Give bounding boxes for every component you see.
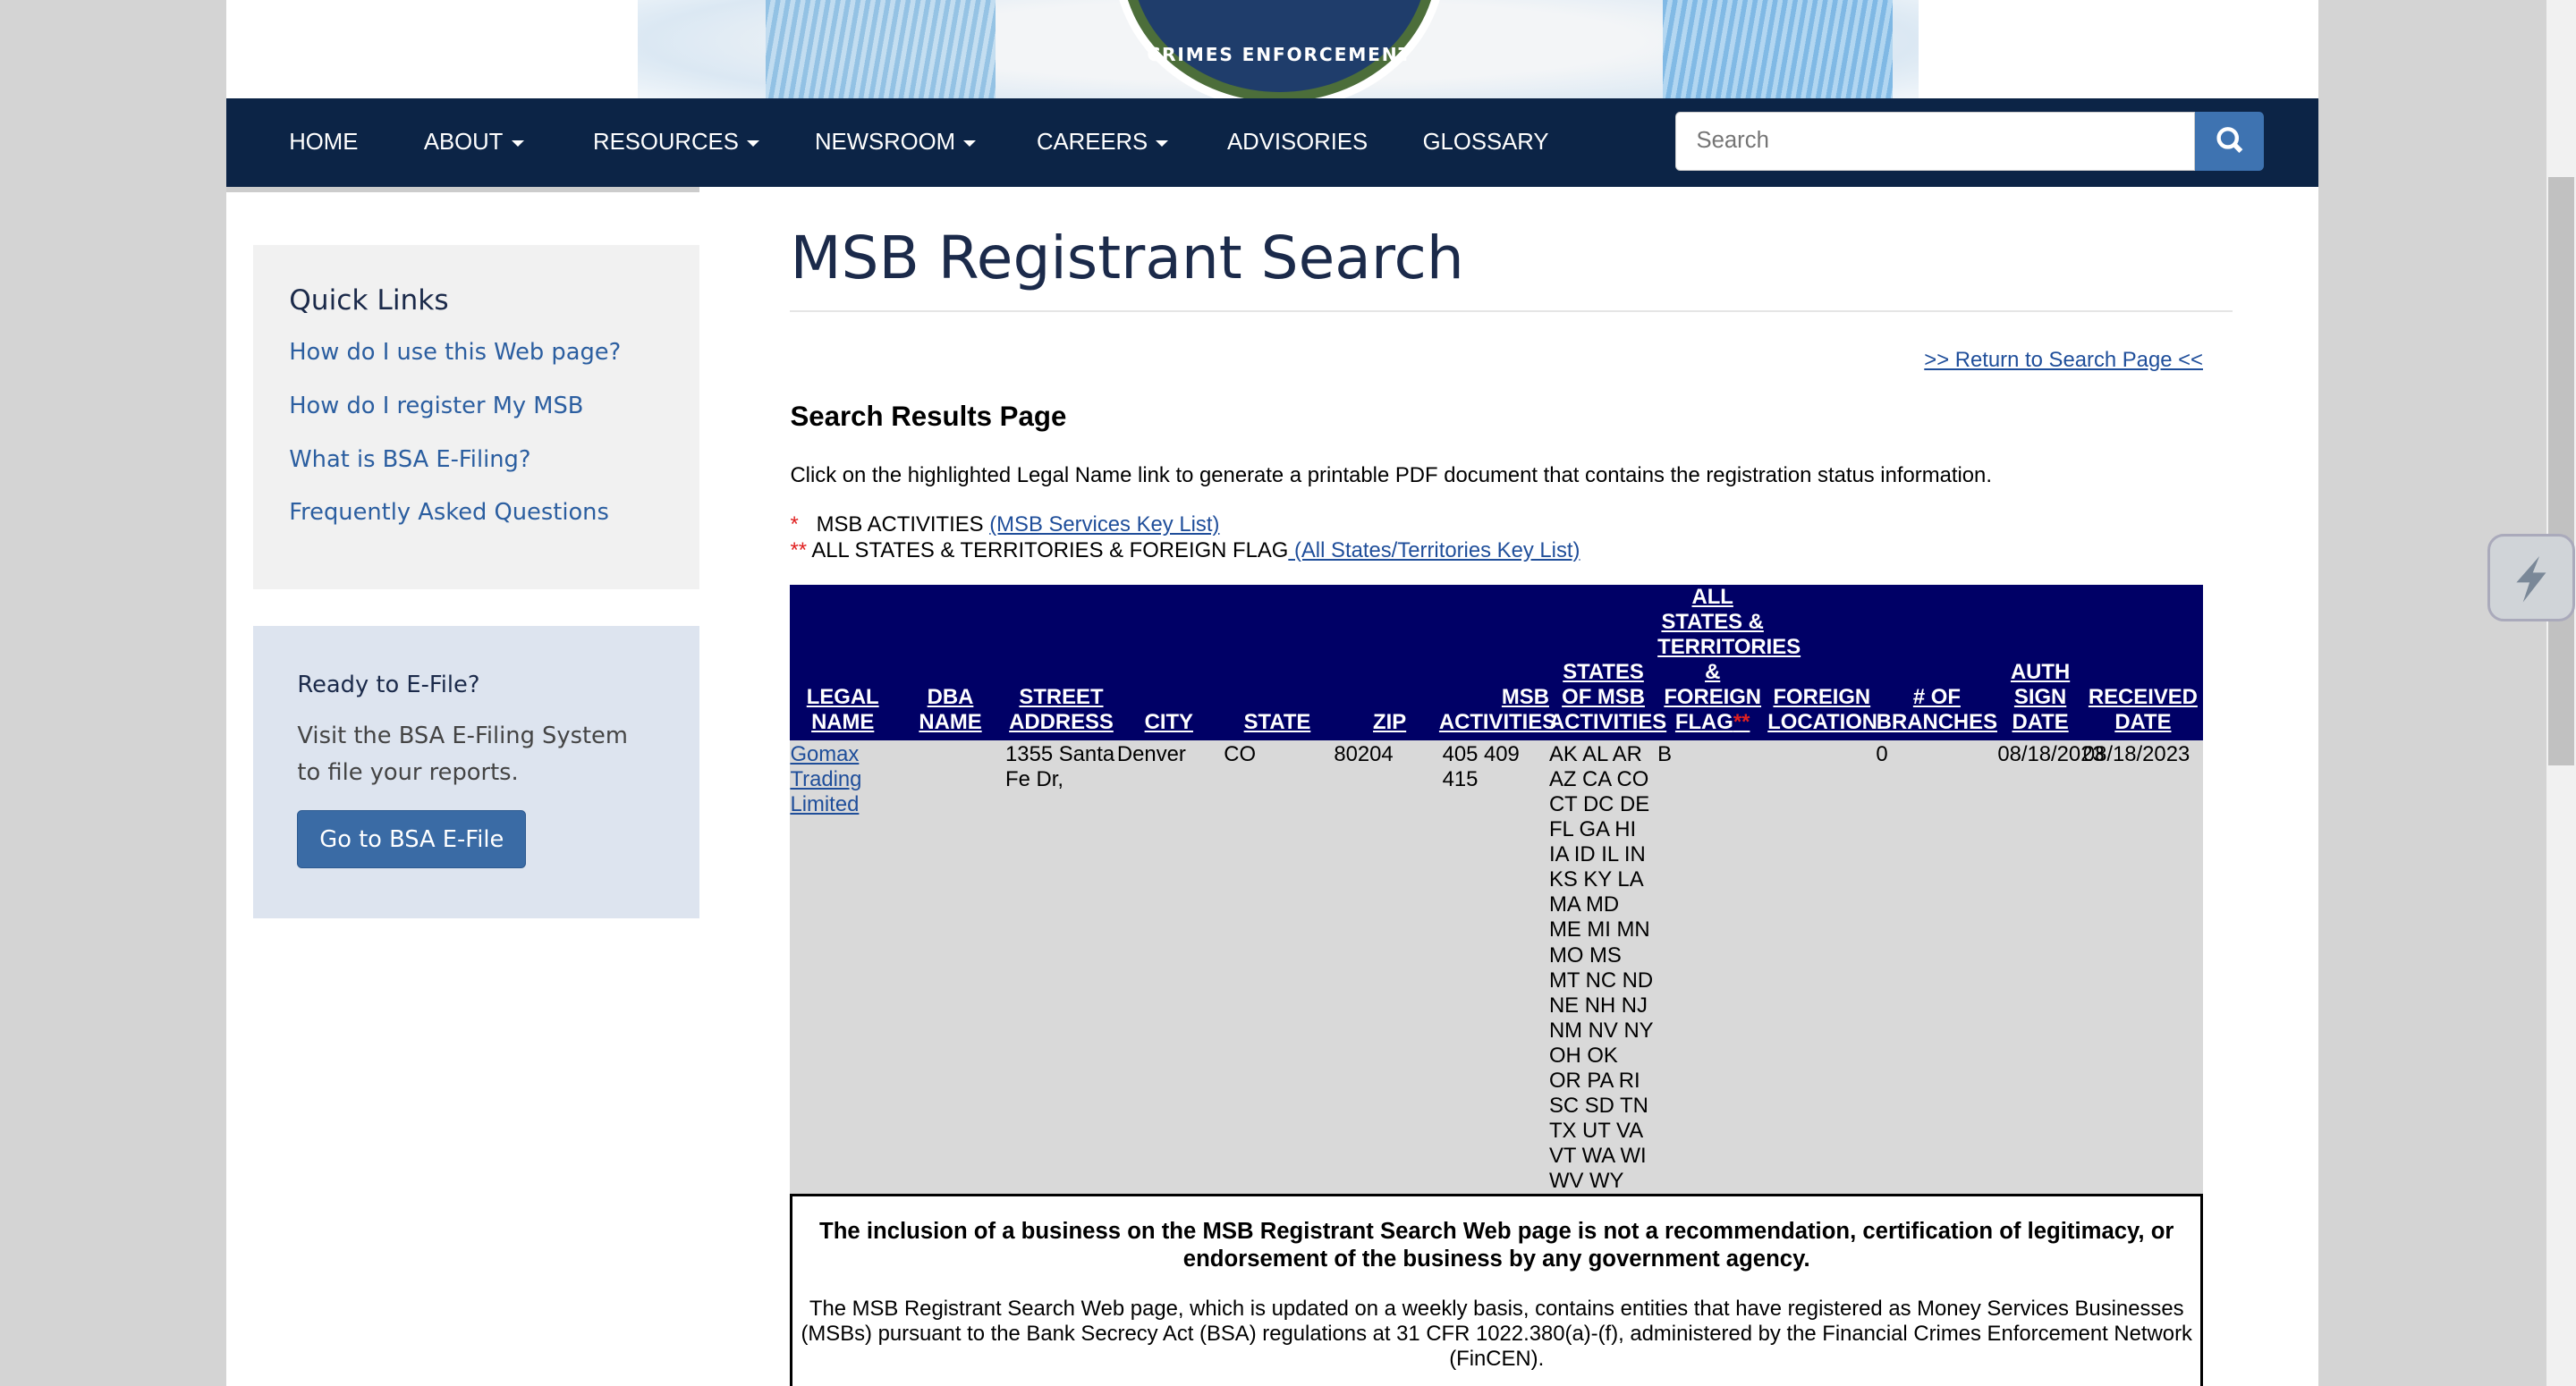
- foreign-location: [1767, 739, 1877, 1195]
- col-state[interactable]: STATE: [1220, 584, 1335, 740]
- all-states-key-link[interactable]: (All States/Territories Key List): [1288, 538, 1580, 562]
- auth-sign-date: 08/18/2023: [1997, 739, 2105, 1195]
- col-received-date[interactable]: RECEIVED DATE: [2082, 584, 2203, 740]
- col-branches[interactable]: # OF BRANCHES: [1876, 584, 1998, 740]
- disclaimer-text: The MSB Registrant Search Web page, whic…: [801, 1297, 2192, 1372]
- asterisk: **: [790, 537, 808, 562]
- nav-advisories[interactable]: ADVISORIES: [1227, 130, 1368, 156]
- efile-title: Ready to E-File?: [297, 672, 480, 699]
- legal-name-link[interactable]: Gomax Trading Limited: [790, 742, 861, 816]
- floating-assistant-button[interactable]: [2487, 533, 2575, 621]
- msb-services-key-link[interactable]: (MSB Services Key List): [989, 512, 1219, 537]
- lightning-icon: [2516, 555, 2546, 603]
- instructions: Click on the highlighted Legal Name link…: [790, 462, 1992, 487]
- nav-home[interactable]: HOME: [289, 130, 358, 156]
- col-city[interactable]: CITY: [1116, 584, 1221, 740]
- quick-link[interactable]: How do I register My MSB: [289, 380, 664, 434]
- caret-down-icon: [511, 139, 524, 147]
- quick-link[interactable]: Frequently Asked Questions: [289, 486, 664, 540]
- state: CO: [1220, 739, 1335, 1195]
- states-of-msb: AK AL AR AZ CA CO CT DC DE FL GA HI IA I…: [1548, 739, 1658, 1195]
- divider: [790, 310, 2233, 312]
- disclaimer-box: The inclusion of a business on the MSB R…: [790, 1194, 2203, 1386]
- nav-resources[interactable]: RESOURCES: [593, 130, 760, 156]
- zip: 80204: [1334, 739, 1439, 1195]
- page: CRIMES ENFORCEMENT HOME ABOUT RESOURCES …: [226, 0, 2318, 1386]
- key-legend: * MSB ACTIVITIES (MSB Services Key List)…: [790, 512, 1580, 563]
- caret-down-icon: [1156, 139, 1169, 147]
- key2-label: ALL STATES & TERRITORIES & FOREIGN FLAG: [811, 537, 1289, 562]
- col-msb-activities[interactable]: MSB ACTIVITIES: [1438, 584, 1556, 740]
- received-date: 08/18/2023: [2082, 739, 2203, 1195]
- divider: [226, 187, 700, 192]
- col-zip[interactable]: ZIP: [1334, 584, 1439, 740]
- return-to-search-link[interactable]: >> Return to Search Page <<: [1924, 348, 2203, 373]
- header-banner: CRIMES ENFORCEMENT: [226, 0, 2318, 99]
- search-button[interactable]: [2194, 111, 2264, 171]
- col-foreign-location[interactable]: FOREIGN LOCATION: [1767, 584, 1877, 740]
- results-table: LEGAL NAME DBA NAME STREET ADDRESS CITY …: [790, 584, 2203, 1195]
- col-street-address[interactable]: STREET ADDRESS: [1005, 584, 1117, 740]
- scrollbar-thumb[interactable]: [2547, 177, 2575, 765]
- seal-text: CRIMES ENFORCEMENT: [1147, 44, 1413, 66]
- results-heading: Search Results Page: [790, 401, 1067, 433]
- all-states-flag: B: [1657, 739, 1768, 1195]
- go-to-efile-button[interactable]: Go to BSA E-File: [297, 810, 527, 869]
- city: Denver: [1116, 739, 1221, 1195]
- msb-activities: 405 409 415: [1438, 739, 1549, 1195]
- col-all-states-flag[interactable]: ALL STATES & TERRITORIES & FOREIGN FLAG*…: [1657, 584, 1801, 740]
- col-legal-name[interactable]: LEGAL NAME: [790, 584, 895, 740]
- quick-links-title: Quick Links: [289, 283, 449, 317]
- page-title: MSB Registrant Search: [790, 223, 1464, 292]
- table-row: Gomax Trading Limited 1355 Santa Fe Dr, …: [790, 739, 2203, 1195]
- dba-name: [894, 739, 1006, 1195]
- col-dba-name[interactable]: DBA NAME: [894, 584, 1006, 740]
- efile-text: Visit the BSA E-Filing System to file yo…: [297, 723, 628, 786]
- caret-down-icon: [963, 139, 977, 147]
- nav-newsroom[interactable]: NEWSROOM: [815, 130, 977, 156]
- search-icon: [2216, 126, 2243, 153]
- key1-label: MSB ACTIVITIES: [816, 512, 990, 537]
- disclaimer-bold: The inclusion of a business on the MSB R…: [819, 1219, 2174, 1272]
- quick-link[interactable]: What is BSA E-Filing?: [289, 434, 664, 487]
- nav-about[interactable]: ABOUT: [424, 130, 524, 156]
- quick-links-panel: Quick Links How do I use this Web page? …: [252, 244, 700, 590]
- main-nav: HOME ABOUT RESOURCES NEWSROOM CAREERS AD…: [226, 98, 2318, 188]
- search-input[interactable]: [1675, 111, 2195, 171]
- asterisk: *: [790, 512, 799, 537]
- nav-glossary[interactable]: GLOSSARY: [1423, 130, 1549, 156]
- col-states-of-msb[interactable]: STATES OF MSB ACTIVITIES: [1548, 584, 1666, 740]
- street-address: 1355 Santa Fe Dr,: [1005, 739, 1117, 1195]
- branches: 0: [1876, 739, 1998, 1195]
- nav-careers[interactable]: CAREERS: [1037, 130, 1169, 156]
- quick-link[interactable]: How do I use this Web page?: [289, 326, 664, 380]
- efile-panel: Ready to E-File? Visit the BSA E-Filing …: [252, 625, 700, 918]
- col-auth-sign-date[interactable]: AUTH SIGN DATE: [1997, 584, 2083, 740]
- caret-down-icon: [747, 139, 760, 147]
- asterisk: **: [1733, 710, 1750, 735]
